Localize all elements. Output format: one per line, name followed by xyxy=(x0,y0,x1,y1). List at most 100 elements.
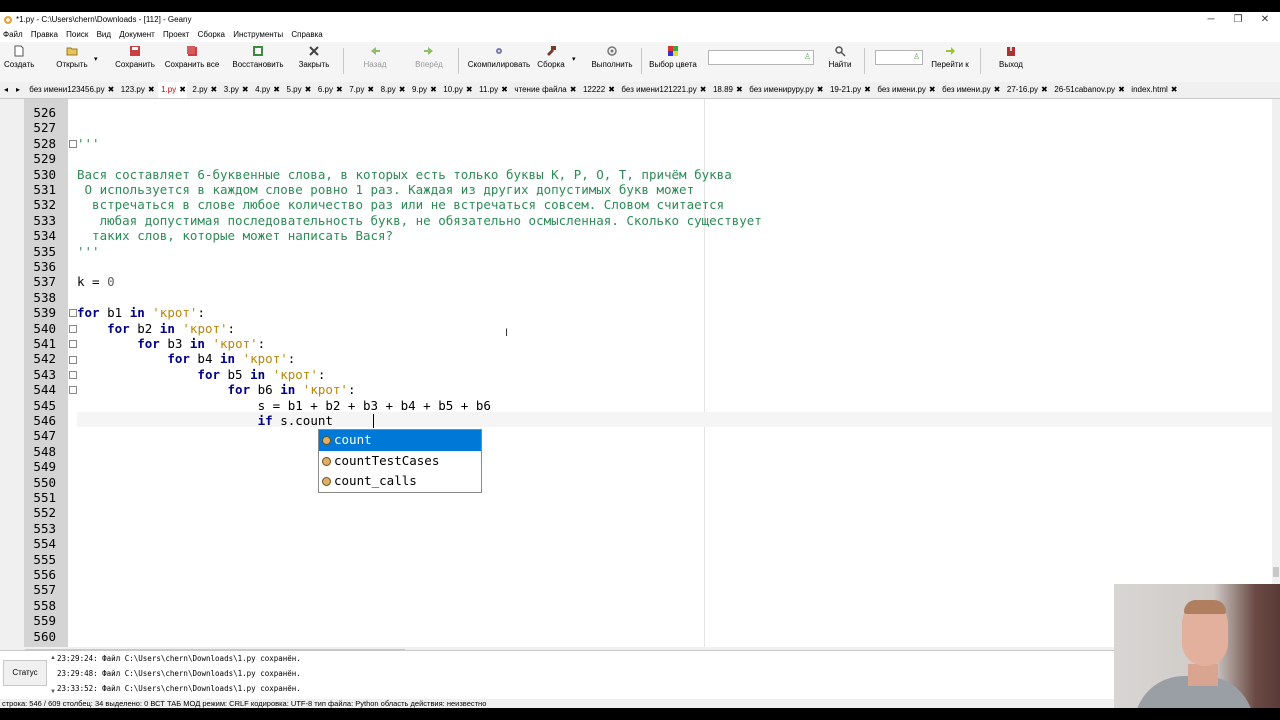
tab-close-icon[interactable]: ✖ xyxy=(994,86,1001,94)
tab[interactable]: без именируру.py ✖ xyxy=(746,82,824,98)
tab-close-icon[interactable]: ✖ xyxy=(1118,86,1125,94)
maximize-button[interactable]: ❐ xyxy=(1223,12,1253,28)
new-button[interactable]: Создать xyxy=(4,45,34,69)
tab[interactable]: без имени123456.py ✖ xyxy=(26,82,115,98)
tab[interactable]: 26-51cabanov.py ✖ xyxy=(1051,82,1126,98)
close-file-button[interactable]: Закрыть xyxy=(294,45,334,69)
autocomplete-item-selected[interactable]: count xyxy=(319,430,481,451)
tab-close-icon[interactable]: ✖ xyxy=(570,86,577,94)
menu-view[interactable]: Вид xyxy=(94,28,114,42)
quit-button[interactable]: Выход xyxy=(996,45,1026,69)
menu-tools[interactable]: Инструменты xyxy=(230,28,286,42)
tab-close-icon[interactable]: ✖ xyxy=(242,86,249,94)
build-dropdown-arrow[interactable]: ▾ xyxy=(572,55,576,63)
tab-active[interactable]: 1.py ✖ xyxy=(158,82,188,98)
tab[interactable]: без имени.ру ✖ xyxy=(874,82,937,98)
autocomplete-item[interactable]: count_calls xyxy=(319,471,481,492)
tabs-scroll-left[interactable]: ◂ xyxy=(0,82,12,98)
menu-build[interactable]: Сборка xyxy=(195,28,228,42)
menu-help[interactable]: Справка xyxy=(288,28,325,42)
tab[interactable]: 27-16.py ✖ xyxy=(1004,82,1049,98)
fold-toggle-icon[interactable] xyxy=(69,386,77,394)
tab[interactable]: 6.py ✖ xyxy=(315,82,344,98)
goto-button[interactable]: Перейти к xyxy=(930,45,970,69)
tab-close-icon[interactable]: ✖ xyxy=(273,86,280,94)
tab-status[interactable]: Статус xyxy=(3,660,47,686)
line-number: 553 xyxy=(33,520,56,536)
tab-close-icon[interactable]: ✖ xyxy=(1041,86,1048,94)
tab[interactable]: index.html ✖ xyxy=(1128,82,1178,98)
tab[interactable]: 4.py ✖ xyxy=(252,82,281,98)
tab-close-icon[interactable]: ✖ xyxy=(1171,86,1178,94)
menu-edit[interactable]: Правка xyxy=(28,28,61,42)
tab-close-icon[interactable]: ✖ xyxy=(501,86,508,94)
fold-toggle-icon[interactable] xyxy=(69,325,77,333)
tab-close-icon[interactable]: ✖ xyxy=(399,86,406,94)
menu-document[interactable]: Документ xyxy=(116,28,158,42)
code-line: for b6 in 'крот': xyxy=(227,382,356,398)
fold-toggle-icon[interactable] xyxy=(69,371,77,379)
tab-close-icon[interactable]: ✖ xyxy=(211,86,218,94)
open-button[interactable]: Открыть xyxy=(55,45,89,69)
tab[interactable]: 9.py ✖ xyxy=(409,82,438,98)
tab[interactable]: без имени.ру ✖ xyxy=(939,82,1002,98)
close-window-button[interactable]: ✕ xyxy=(1250,12,1280,28)
menu-search[interactable]: Поиск xyxy=(63,28,91,42)
open-dropdown-arrow[interactable]: ▾ xyxy=(94,55,98,63)
color-picker-button[interactable]: Выбор цвета xyxy=(648,45,698,69)
tab[interactable]: 8.py ✖ xyxy=(378,82,407,98)
tab[interactable]: 7.py ✖ xyxy=(346,82,375,98)
scroll-down-icon[interactable]: ▼ xyxy=(50,689,56,695)
menu-project[interactable]: Проект xyxy=(160,28,192,42)
tab[interactable]: 10.py ✖ xyxy=(440,82,474,98)
tab[interactable]: 123.py ✖ xyxy=(118,82,156,98)
tab-close-icon[interactable]: ✖ xyxy=(700,86,707,94)
minimize-button[interactable]: ─ xyxy=(1196,12,1226,28)
goto-line-input[interactable]: ♙ xyxy=(875,50,923,65)
tab-close-icon[interactable]: ✖ xyxy=(817,86,824,94)
search-input[interactable]: ♙ xyxy=(708,50,814,65)
scroll-thumb[interactable] xyxy=(1273,567,1279,577)
tab-close-icon[interactable]: ✖ xyxy=(148,86,155,94)
tab-close-icon[interactable]: ✖ xyxy=(929,86,936,94)
tab-close-icon[interactable]: ✖ xyxy=(179,86,186,94)
code-editor[interactable]: 526 527 528 529 530 531 532 533 534 535 … xyxy=(0,99,1272,647)
find-button[interactable]: Найти xyxy=(826,45,854,69)
fold-toggle-icon[interactable] xyxy=(69,309,77,317)
tab[interactable]: 5.py ✖ xyxy=(284,82,313,98)
vertical-scrollbar[interactable] xyxy=(1272,99,1280,659)
tab-close-icon[interactable]: ✖ xyxy=(466,86,473,94)
save-all-button[interactable]: Сохранить все xyxy=(162,45,222,69)
run-button[interactable]: Выполнить xyxy=(590,45,634,69)
tab-close-icon[interactable]: ✖ xyxy=(430,86,437,94)
scroll-up-icon[interactable]: ▲ xyxy=(50,655,56,661)
fold-toggle-icon[interactable] xyxy=(69,140,77,148)
tab-close-icon[interactable]: ✖ xyxy=(864,86,871,94)
tab-close-icon[interactable]: ✖ xyxy=(108,86,115,94)
tab[interactable]: 3.py ✖ xyxy=(221,82,250,98)
tab[interactable]: 19-21.py ✖ xyxy=(827,82,872,98)
build-button[interactable]: Сборка xyxy=(536,45,566,69)
tabs-scroll-right[interactable]: ▸ xyxy=(12,82,24,98)
back-button[interactable]: Назад xyxy=(360,45,390,69)
tab[interactable]: 18.89 ✖ xyxy=(710,82,744,98)
tab-close-icon[interactable]: ✖ xyxy=(367,86,374,94)
tab-close-icon[interactable]: ✖ xyxy=(736,86,743,94)
compile-button[interactable]: Скомпилировать xyxy=(466,45,532,69)
save-button[interactable]: Сохранить xyxy=(113,45,157,69)
tab[interactable]: без имени121221.py ✖ xyxy=(618,82,707,98)
forward-button[interactable]: Вперёд xyxy=(412,45,446,69)
tab[interactable]: 11.py ✖ xyxy=(476,82,509,98)
revert-button[interactable]: Восстановить xyxy=(230,45,286,69)
tab[interactable]: 12222 ✖ xyxy=(580,82,616,98)
tab-close-icon[interactable]: ✖ xyxy=(608,86,615,94)
tab-close-icon[interactable]: ✖ xyxy=(336,86,343,94)
fold-toggle-icon[interactable] xyxy=(69,340,77,348)
code-area[interactable]: 526 527 528 529 530 531 532 533 534 535 … xyxy=(0,99,1272,647)
tab[interactable]: 2.py ✖ xyxy=(189,82,218,98)
tab[interactable]: чтение файла ✖ xyxy=(511,82,577,98)
tab-close-icon[interactable]: ✖ xyxy=(305,86,312,94)
autocomplete-item[interactable]: countTestCases xyxy=(319,451,481,472)
fold-toggle-icon[interactable] xyxy=(69,356,77,364)
menu-file[interactable]: Файл xyxy=(0,28,26,42)
